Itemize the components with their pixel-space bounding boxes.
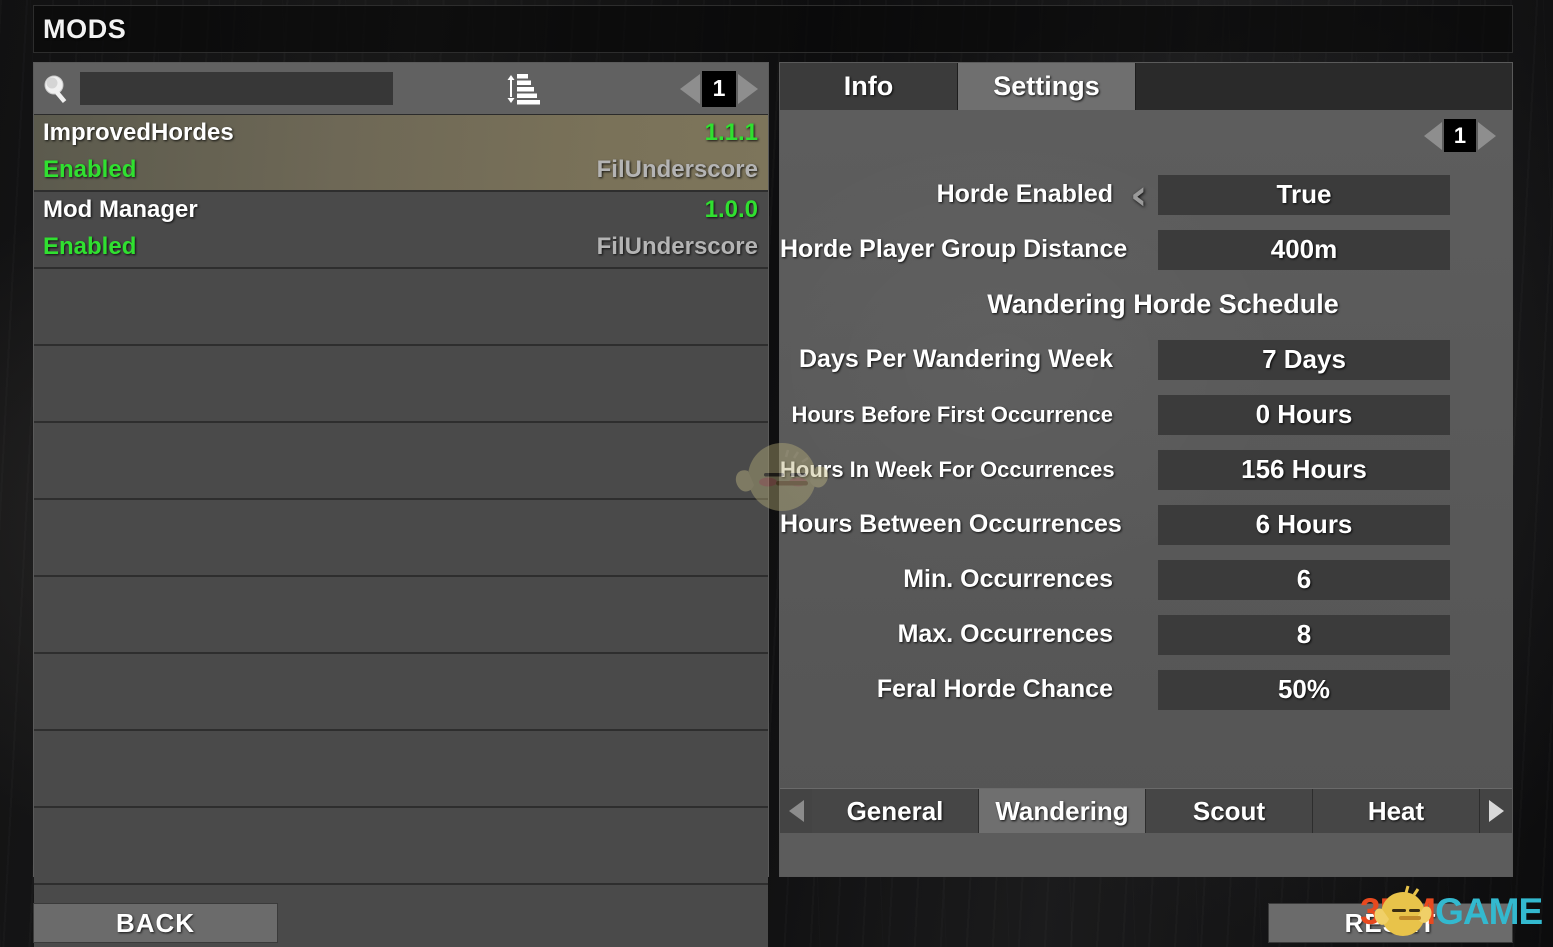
list-item[interactable]: ImprovedHordes 1.1.1 Enabled FilUndersco… [34,115,768,192]
mod-status: Enabled [43,156,137,183]
list-item[interactable] [34,577,768,654]
tab-wandering[interactable]: Wandering [979,789,1146,833]
mod-version: 1.0.0 [704,196,758,223]
mod-status: Enabled [43,233,137,260]
sort-amount-icon[interactable] [496,67,550,111]
setting-value[interactable]: 156 Hours [1158,449,1450,490]
setting-value[interactable]: 8 [1158,614,1450,655]
setting-value[interactable]: True [1158,174,1450,215]
list-item[interactable]: Mod Manager 1.0.0 Enabled FilUnderscore [34,192,768,269]
list-item[interactable] [34,731,768,808]
reset-button[interactable]: RESET [1268,903,1513,943]
list-item[interactable] [34,654,768,731]
setting-label: Horde Player Group Distance [780,235,1128,263]
mod-list: ImprovedHordes 1.1.1 Enabled FilUndersco… [34,115,768,947]
setting-row-hours-in-week-for-occurrences[interactable]: Hours In Week For Occurrences 156 Hours [780,442,1512,497]
mod-search-input[interactable] [80,72,393,105]
page-title-bar: MODS [33,5,1513,53]
setting-row-hours-before-first-occurrence[interactable]: Hours Before First Occurrence 0 Hours [780,387,1512,442]
mod-author: FilUnderscore [596,233,758,260]
mod-pager-page: 1 [702,70,736,107]
category-tab-bar: General Wandering Scout Heat [780,788,1512,833]
setting-value[interactable]: 6 Hours [1158,504,1450,545]
list-item[interactable] [34,500,768,577]
setting-label: Hours Between Occurrences [780,510,1122,538]
page-title: MODS [43,13,127,44]
setting-label: Hours Before First Occurrence [791,401,1113,427]
setting-row-feral-horde-chance[interactable]: Feral Horde Chance 50% [780,662,1512,717]
tab-heat[interactable]: Heat [1313,789,1480,833]
setting-row-hours-between-occurrences[interactable]: Hours Between Occurrences 6 Hours [780,497,1512,552]
setting-value[interactable]: 7 Days [1158,339,1450,380]
category-next-icon[interactable] [1480,789,1512,833]
mod-pager-prev-icon[interactable] [680,73,700,104]
setting-value[interactable]: 50% [1158,669,1450,710]
settings-body: 1 Horde Enabled ‹ True › Horde Player Gr… [780,110,1512,833]
list-item[interactable] [34,346,768,423]
setting-label: Min. Occurrences [903,565,1113,593]
chevron-left-icon[interactable]: ‹ [1130,173,1147,216]
setting-label: Days Per Wandering Week [798,345,1113,373]
list-item[interactable] [34,269,768,346]
magnifier-icon [34,63,80,114]
mod-detail-panel: Info Settings 1 Horde Enabled ‹ True › H… [779,62,1513,877]
settings-section-header: Wandering Horde Schedule [780,277,1512,332]
tab-settings[interactable]: Settings [958,63,1136,110]
tab-info[interactable]: Info [780,63,958,110]
mod-name: Mod Manager [43,196,198,223]
mods-screen: MODS 1 ImprovedHordes 1.1.1 Enabled FilU… [0,0,1553,947]
setting-value[interactable]: 0 Hours [1158,394,1450,435]
detail-tab-bar: Info Settings [780,63,1512,110]
mod-search-row: 1 [34,63,768,115]
section-title: Wandering Horde Schedule [987,289,1339,319]
category-prev-icon[interactable] [780,789,812,833]
mod-author: FilUnderscore [596,156,758,183]
tab-general[interactable]: General [812,789,979,833]
setting-row-min-occurrences[interactable]: Min. Occurrences 6 [780,552,1512,607]
setting-label: Max. Occurrences [897,620,1113,648]
mod-name: ImprovedHordes [43,119,234,146]
list-item[interactable] [34,423,768,500]
setting-row-days-per-wandering-week[interactable]: Days Per Wandering Week 7 Days [780,332,1512,387]
setting-row-max-occurrences[interactable]: Max. Occurrences 8 [780,607,1512,662]
back-button[interactable]: BACK [33,903,278,943]
tab-scout[interactable]: Scout [1146,789,1313,833]
mod-pager-next-icon[interactable] [738,73,758,104]
setting-value[interactable]: 6 [1158,559,1450,600]
setting-value[interactable]: 400m [1158,229,1450,270]
setting-label: Feral Horde Chance [876,675,1113,703]
setting-row-horde-enabled[interactable]: Horde Enabled ‹ True › [780,167,1512,222]
setting-label: Horde Enabled [936,180,1113,208]
setting-label: Hours In Week For Occurrences [780,456,1115,482]
settings-list: Horde Enabled ‹ True › Horde Player Grou… [780,110,1512,717]
setting-row-horde-player-group-distance[interactable]: Horde Player Group Distance 400m [780,222,1512,277]
list-item[interactable] [34,808,768,885]
mod-list-pager: 1 [680,70,758,107]
mod-version: 1.1.1 [704,119,758,146]
mod-list-panel: 1 ImprovedHordes 1.1.1 Enabled FilUnders… [33,62,769,947]
